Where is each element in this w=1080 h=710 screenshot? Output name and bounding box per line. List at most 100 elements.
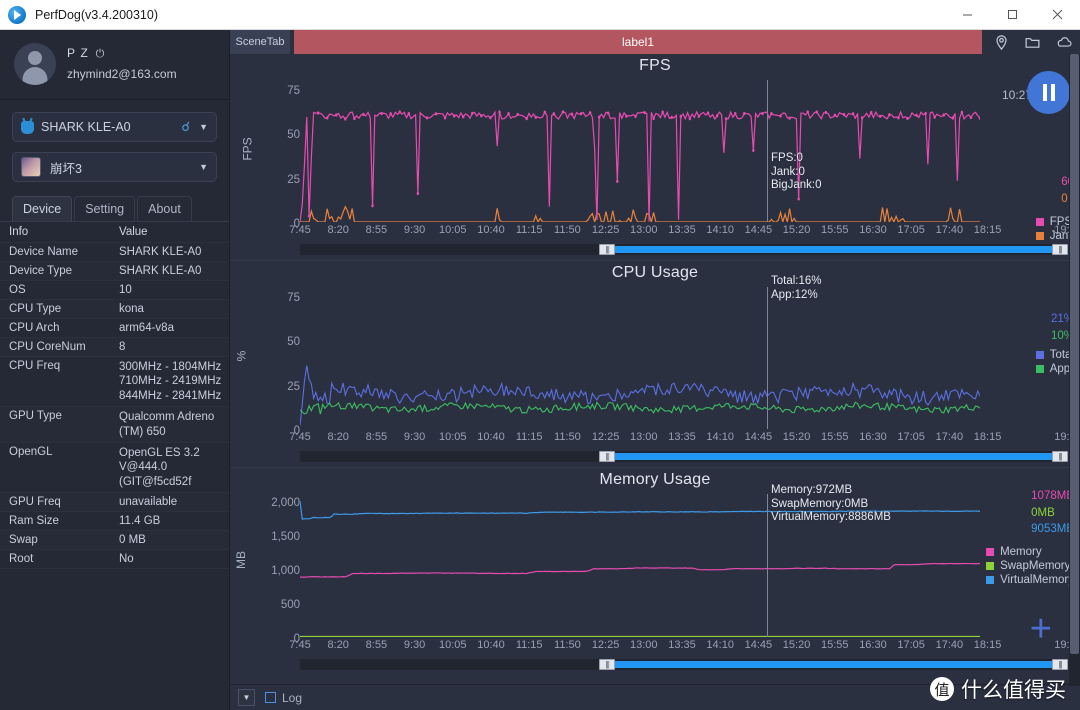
chart-title-cpu: CPU Usage [611,264,699,281]
x-tick-label: 15:55 [821,224,849,236]
power-icon[interactable]: ⏻ [96,48,106,60]
y-tick-label: 50 [287,336,300,349]
main-content: SceneTab label1 FPS FPS 0 25 50 75 FPS:0… [230,30,1080,710]
y-tick-label: 2,000 [271,496,300,509]
x-tick-label: 15:55 [821,431,849,443]
x-tick-label: 7:45 [289,639,311,651]
legend-item[interactable]: Memory [986,546,1074,558]
x-tick-label: 8:55 [365,224,388,236]
cloud-icon[interactable] [1055,33,1073,51]
log-checkbox-box[interactable] [265,692,276,703]
x-tick-label: 18:15 [973,431,1002,443]
profile-name: P Z [67,45,90,60]
table-row: GPU Type Qualcomm Adreno (TM) 650 [0,406,229,443]
x-tick-label: 7:45 [289,224,311,236]
y-tick-label: 50 [287,129,300,142]
x-tick-label: 10:40 [477,224,505,236]
x-tick-label: 9:30 [403,224,426,236]
legend-swatch [986,576,995,584]
app-select[interactable]: 崩坏3 ▼ [12,152,217,182]
table-row: CPU Freq 300MHz - 1804MHz 710MHz - 2419MHz… [0,356,229,408]
cell-info: Device Name [0,242,110,262]
cell-value: arm64-v8a [110,318,229,338]
scrollbar-handle-left[interactable]: ||| [599,244,616,255]
scrollbar-handle-right[interactable]: ||| [1052,244,1068,255]
log-checkbox[interactable]: Log [265,691,302,705]
add-metric-button[interactable]: + [1030,610,1052,648]
scene-bar: SceneTab label1 [230,30,1080,54]
current-value: 0MB [1031,506,1055,519]
x-tick-label: 15:55 [821,639,849,651]
legend-memory: Memory SwapMemory VirtualMemory [986,546,1074,588]
cell-info: Root [0,549,110,569]
close-button[interactable] [1035,0,1080,29]
cursor-line-memory [767,494,768,637]
plot-cpu [300,287,980,429]
legend-label: VirtualMemory [1000,574,1074,586]
x-tick-label: 14:10 [706,431,734,443]
legend-item[interactable]: SwapMemory [986,560,1074,572]
expand-panel-button[interactable]: ▼ [238,689,255,706]
user-avatar-icon [14,43,56,85]
col-header-info: Info [0,222,110,243]
location-pin-icon[interactable] [993,34,1010,51]
table-row: Device Type SHARK KLE-A0 [0,261,229,281]
profile-email: zhymind2@163.com [67,66,177,81]
y-ticks-memory: 0 500 1,000 1,500 2,000 [244,496,300,645]
cell-value: OpenGL ES 3.2 V@444.0 (GIT@f5cd52f [110,442,229,494]
tab-device[interactable]: Device [12,196,73,221]
device-select[interactable]: SHARK KLE-A0 ☌ ▼ [12,112,217,142]
x-tick-label: 10:05 [439,431,467,443]
scrollbar-handle-left[interactable]: ||| [599,659,616,670]
current-value: 9053MB [1031,523,1074,536]
x-tick-label: 10:05 [439,224,467,236]
legend-swatch [986,548,995,556]
folder-icon[interactable] [1024,34,1041,51]
chart-cpu: CPU Usage % 0 25 50 75 Total:16% App:12% 21%… [230,261,1080,468]
x-tick-label: 11:15 [515,639,543,651]
pause-button[interactable] [1027,71,1070,114]
scrollbar-handle-right[interactable]: ||| [1052,659,1068,670]
table-row: CPU CoreNum 8 [0,337,229,357]
app-select-value: 崩坏3 [50,161,82,176]
scrollbar-handle-left[interactable]: ||| [599,451,616,462]
table-row: GPU Freq unavailable [0,492,229,512]
x-tick-label: 17:40 [935,224,964,236]
cell-info: OpenGL [0,442,110,494]
x-tick-label: 13:35 [668,431,696,443]
x-tick-label: 17:40 [935,639,964,651]
tab-about[interactable]: About [137,196,192,221]
cursor-annotation-memory: Memory:972MB SwapMemory:0MB VirtualMemory:… [771,484,891,524]
scrollbar-fps[interactable]: ||| ||| [300,244,1068,255]
legend-label: Memory [1000,546,1042,558]
vertical-scrollbar-thumb[interactable] [1070,54,1079,654]
x-tick-label: 9:30 [403,639,426,651]
minimize-button[interactable] [945,0,990,29]
cell-value: SHARK KLE-A0 [110,242,229,262]
usb-link-icon[interactable]: ☌ [181,119,190,135]
cell-value: 8 [110,337,229,357]
cell-info: CPU Type [0,299,110,319]
x-ticks-cpu: 7:45 8:20 8:55 9:30 10:05 10:40 11:15 11:50 12:2… [289,431,1080,447]
scrollbar-fill [607,453,1068,460]
scrollbar-cpu[interactable]: ||| ||| [300,451,1068,462]
window-titlebar: PerfDog(v3.4.200310) [0,0,1080,30]
table-header-row: Info Value [0,222,229,243]
perfdog-logo-icon [8,5,26,24]
tab-setting[interactable]: Setting [74,196,136,221]
maximize-button[interactable] [990,0,1035,29]
x-tick-label: 10:40 [477,639,505,651]
vertical-scrollbar[interactable] [1069,54,1080,686]
cell-value: Qualcomm Adreno (TM) 650 [110,406,229,443]
cell-info: Ram Size [0,511,110,531]
scrollbar-memory[interactable]: ||| ||| [300,659,1068,670]
legend-item[interactable]: VirtualMemory [986,574,1074,586]
pause-bar-right [1050,84,1055,101]
scene-label-bar[interactable]: label1 [294,30,982,54]
cell-value: No [110,549,229,569]
scene-tab-button[interactable]: SceneTab [230,30,290,54]
log-checkbox-label: Log [282,690,303,705]
x-ticks-memory: 7:45 8:20 8:55 9:30 10:05 10:40 11:15 11:50 12:2… [289,639,1080,655]
scrollbar-handle-right[interactable]: ||| [1052,451,1068,462]
toolbar-icons [986,30,1080,54]
